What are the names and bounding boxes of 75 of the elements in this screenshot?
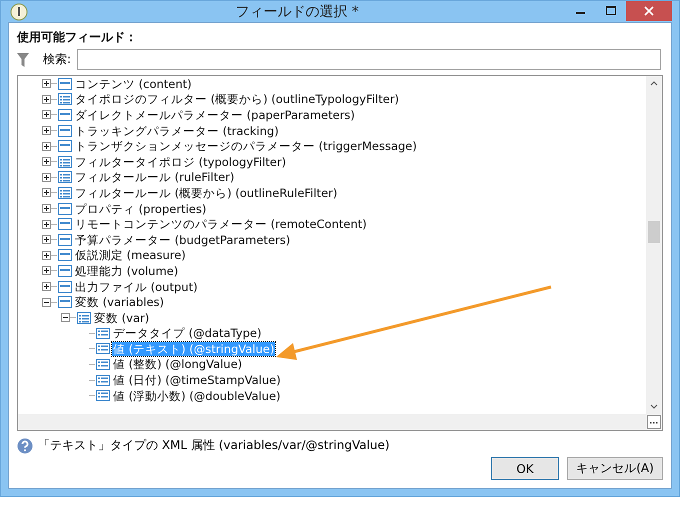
scroll-down-icon[interactable] (650, 404, 658, 409)
expand-toggle[interactable] (42, 79, 51, 88)
form-icon (58, 249, 72, 262)
field-description: 「テキスト」タイプの XML 属性 (variables/var/@stringValue) (38, 437, 390, 454)
search-field[interactable] (77, 49, 661, 70)
scrollbar[interactable] (646, 76, 662, 414)
list-icon (58, 186, 72, 199)
expand-toggle[interactable] (42, 157, 51, 166)
tree-item[interactable]: 値 (日付) (@timeStampValue) (112, 373, 282, 388)
expand-toggle[interactable] (42, 235, 51, 244)
tree-item[interactable]: フィルタータイポロジ (typologyFilter) (74, 154, 288, 169)
maximize-icon[interactable] (606, 6, 616, 16)
attribute-icon (96, 358, 110, 370)
filter-icon (17, 52, 29, 66)
form-icon (58, 296, 72, 308)
form-icon (58, 218, 72, 230)
attribute-icon (96, 328, 110, 339)
collapse-toggle[interactable] (61, 313, 70, 322)
expand-toggle[interactable] (42, 282, 51, 292)
close-button[interactable] (626, 1, 672, 21)
tree-item[interactable]: 処理能力 (volume) (74, 264, 180, 278)
form-icon (58, 280, 72, 293)
tree-item[interactable]: プロパティ (properties) (74, 202, 208, 216)
attribute-icon (96, 343, 110, 354)
tree-item[interactable]: フィルタールール (ruleFilter) (74, 170, 236, 184)
tree-item[interactable]: リモートコンテンツのパラメーター (remoteContent) (74, 217, 368, 232)
tree-item[interactable]: 変数 (var) (93, 310, 150, 325)
tree-item[interactable]: タイポロジのフィルター (概要から) (outlineTypologyFilter) (74, 92, 400, 106)
scroll-thumb[interactable] (648, 221, 660, 243)
expand-toggle[interactable] (42, 110, 51, 120)
help-icon (17, 438, 33, 454)
tree-item[interactable]: 値 (整数) (@longValue) (112, 357, 244, 372)
more-icon[interactable] (647, 415, 661, 429)
form-icon (58, 140, 72, 152)
form-icon (58, 202, 72, 215)
ok-button[interactable]: OK (491, 457, 559, 480)
tree-item[interactable]: データタイプ (@dataType) (112, 326, 262, 340)
attribute-icon (96, 390, 110, 402)
scroll-up-icon[interactable] (650, 81, 658, 86)
list-icon (58, 93, 72, 106)
tree-item[interactable]: 変数 (variables) (74, 295, 166, 310)
expand-toggle[interactable] (42, 220, 51, 229)
form-icon (58, 108, 72, 121)
tree-item[interactable]: トラッキングパラメーター (tracking) (74, 124, 280, 138)
form-icon (58, 124, 72, 137)
tree-item[interactable]: 出力ファイル (output) (74, 280, 199, 294)
expand-toggle[interactable] (42, 250, 51, 260)
list-icon (58, 171, 72, 184)
form-icon (58, 78, 72, 90)
tree-item[interactable]: コンテンツ (content) (74, 76, 193, 91)
tree-item[interactable]: 仮説測定 (measure) (74, 248, 187, 262)
cancel-button[interactable]: キャンセル(A) (567, 457, 663, 480)
collapse-toggle[interactable] (42, 298, 51, 307)
tree-item[interactable]: 値 (浮動小数) (@doubleValue) (112, 388, 282, 403)
tree-item[interactable]: トランザクションメッセージのパラメーター (triggerMessage) (74, 139, 418, 154)
attribute-icon (96, 374, 110, 386)
tree-item[interactable]: フィルタールール (概要から) (outlineRuleFilter) (74, 186, 338, 200)
tree-item[interactable]: 予算パラメーター (budgetParameters) (74, 232, 292, 247)
expand-toggle[interactable] (42, 188, 51, 198)
expand-toggle[interactable] (42, 204, 51, 214)
expand-toggle[interactable] (42, 172, 51, 182)
app-icon (10, 2, 28, 20)
list-icon (77, 312, 91, 324)
window-title: フィールドの選択 * (234, 2, 360, 20)
list-icon (58, 156, 72, 168)
form-icon (58, 264, 72, 277)
expand-toggle[interactable] (42, 94, 51, 104)
section-heading: 使用可能フィールド： (17, 29, 138, 46)
form-icon (58, 234, 72, 246)
expand-toggle[interactable] (42, 126, 51, 136)
close-icon (644, 6, 654, 16)
tree-item[interactable]: ダイレクトメールパラメーター (paperParameters) (74, 108, 356, 122)
expand-toggle[interactable] (42, 142, 51, 151)
search-label: 検索: (43, 51, 72, 68)
expand-toggle[interactable] (42, 266, 51, 276)
